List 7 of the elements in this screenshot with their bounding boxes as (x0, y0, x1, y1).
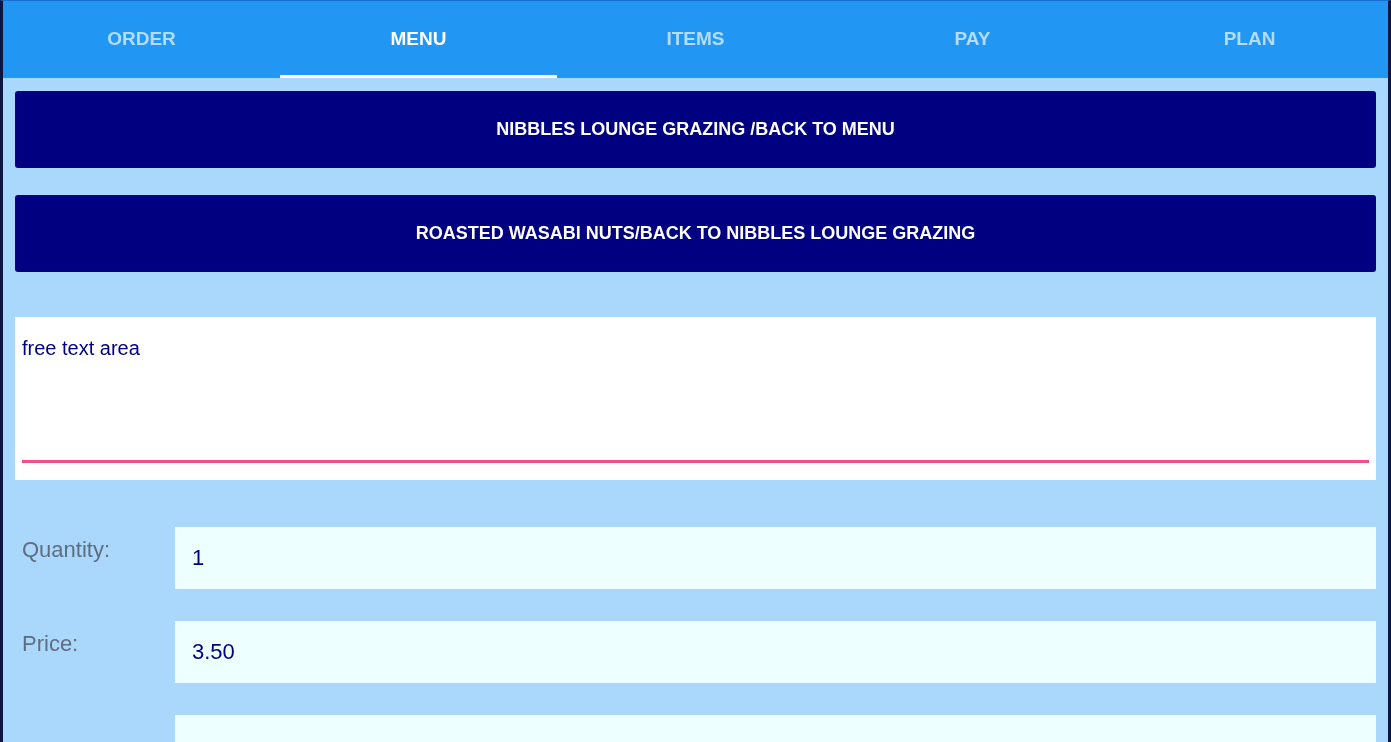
field-label: Price: (21, 630, 80, 657)
notes-field[interactable]: free text area (15, 317, 1376, 480)
field-label: Quantity: (21, 536, 112, 563)
input-field[interactable]: 3.50 (175, 621, 1376, 683)
back-button[interactable]: NIBBLES LOUNGE GRAZING /BACK TO MENU (15, 91, 1376, 168)
back-button[interactable]: ROASTED WASABI NUTS/BACK TO NIBBLES LOUNGE GRAZING (15, 195, 1376, 272)
input-field[interactable]: 1 (175, 527, 1376, 589)
